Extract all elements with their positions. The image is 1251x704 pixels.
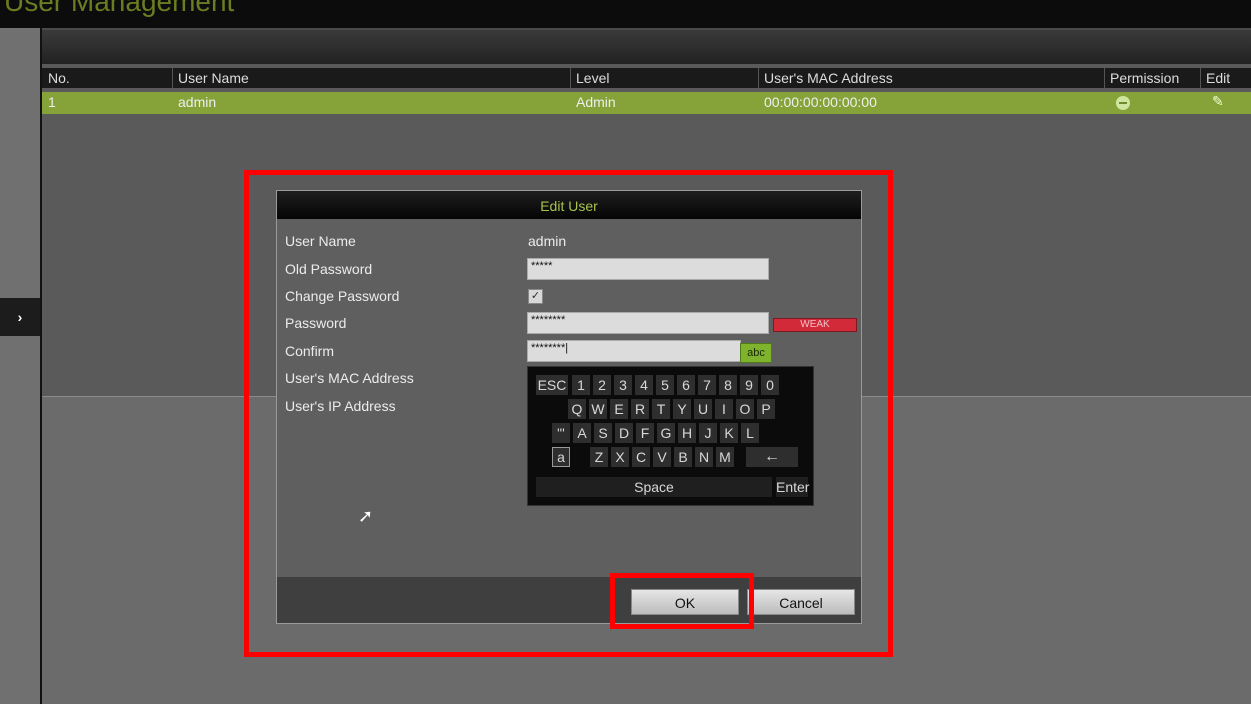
- header-no: No.: [48, 70, 70, 86]
- window-title: User Management: [4, 0, 235, 17]
- cell-no: 1: [48, 94, 56, 110]
- pencil-icon[interactable]: ✎: [1212, 93, 1224, 110]
- header-level: Level: [576, 70, 610, 86]
- header-permission: Permission: [1110, 70, 1180, 86]
- col-divider: [570, 68, 571, 88]
- expand-sidebar-button[interactable]: ›: [0, 298, 40, 336]
- table-row[interactable]: 1 admin Admin 00:00:00:00:00:00 ✎: [42, 92, 1251, 114]
- table-header: No. User Name Level User's MAC Address P…: [42, 68, 1251, 88]
- col-divider: [1104, 68, 1105, 88]
- cell-level: Admin: [576, 94, 616, 110]
- highlight-box-dialog: [244, 170, 893, 657]
- col-divider: [172, 68, 173, 88]
- col-divider: [758, 68, 759, 88]
- cell-mac: 00:00:00:00:00:00: [764, 94, 877, 110]
- minus-circle-icon[interactable]: [1116, 96, 1130, 110]
- header-user-name: User Name: [178, 70, 249, 86]
- header-mac: User's MAC Address: [764, 70, 893, 86]
- cell-user-name: admin: [178, 94, 217, 110]
- highlight-box-ok: [610, 573, 754, 629]
- header-edit: Edit: [1206, 70, 1231, 86]
- left-rail: [0, 28, 42, 704]
- title-bar: User Management: [0, 0, 1251, 28]
- toolbar: [42, 30, 1251, 64]
- col-divider: [1200, 68, 1201, 88]
